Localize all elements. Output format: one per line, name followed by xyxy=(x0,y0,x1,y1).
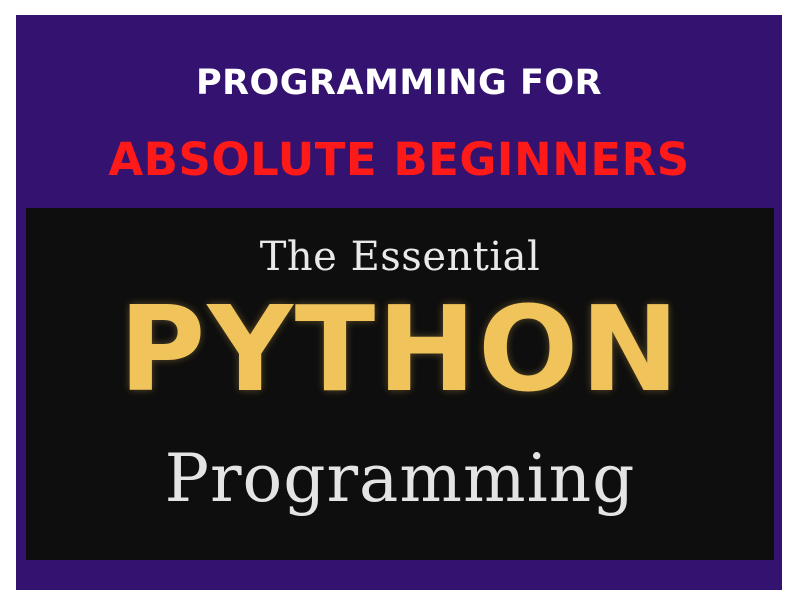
book-cover-image: The Essential PYTHON Programming xyxy=(26,208,774,560)
cover-subtitle: The Essential xyxy=(259,234,541,280)
page: PROGRAMMING FOR ABSOLUTE BEGINNERS The E… xyxy=(0,0,800,600)
cover-title-python: PYTHON xyxy=(118,280,682,418)
cover-title-programming: Programming xyxy=(164,440,636,517)
headline-absolute-beginners: ABSOLUTE BEGINNERS xyxy=(108,133,690,186)
headline-programming-for: PROGRAMMING FOR xyxy=(195,63,603,103)
